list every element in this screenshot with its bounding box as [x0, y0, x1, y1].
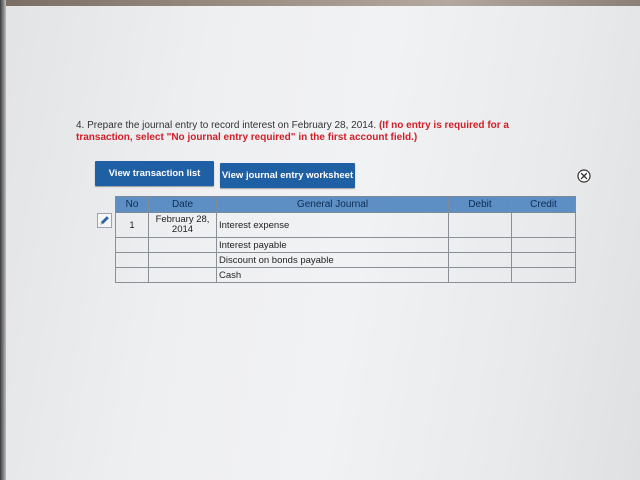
cell-date: [148, 237, 217, 253]
table-row: Cash: [115, 267, 576, 283]
header-general-journal: General Journal: [216, 196, 449, 213]
cell-credit[interactable]: [511, 252, 576, 268]
cell-no: [115, 252, 149, 268]
cell-account[interactable]: Interest payable: [216, 237, 449, 253]
cell-account[interactable]: Interest expense: [216, 212, 449, 238]
cell-date: February 28, 2014: [148, 212, 217, 238]
cell-debit[interactable]: [448, 212, 512, 238]
pencil-icon[interactable]: [97, 213, 112, 228]
header-debit: Debit: [448, 196, 512, 213]
monitor-top-edge: [0, 0, 640, 6]
cell-debit[interactable]: [448, 237, 512, 253]
cell-debit[interactable]: [448, 267, 512, 283]
cell-account[interactable]: Cash: [216, 267, 449, 283]
cell-account[interactable]: Discount on bonds payable: [216, 252, 449, 268]
cell-date: [148, 252, 217, 268]
cell-date: [148, 267, 217, 283]
close-circle-icon[interactable]: [577, 169, 591, 183]
question-text: Prepare the journal entry to record inte…: [87, 120, 377, 131]
cell-credit[interactable]: [511, 212, 576, 238]
table-row: Interest payable: [115, 237, 576, 253]
cell-debit[interactable]: [448, 252, 512, 268]
cell-credit[interactable]: [511, 267, 576, 283]
question-prompt: 4. Prepare the journal entry to record i…: [76, 120, 536, 144]
table-row: Discount on bonds payable: [115, 252, 576, 268]
header-no: No: [115, 196, 149, 213]
question-number: 4.: [76, 120, 85, 131]
view-journal-entry-worksheet-button[interactable]: View journal entry worksheet: [220, 163, 355, 188]
journal-entry-table: No Date General Journal Debit Credit 1 F…: [115, 196, 576, 283]
view-transaction-list-button[interactable]: View transaction list: [95, 161, 214, 186]
cell-credit[interactable]: [511, 237, 576, 253]
cell-no: [115, 267, 149, 283]
table-row: 1 February 28, 2014 Interest expense: [115, 212, 576, 238]
cell-no: 1: [115, 212, 149, 238]
header-credit: Credit: [511, 196, 576, 213]
cell-no: [115, 237, 149, 253]
screen: 4. Prepare the journal entry to record i…: [0, 0, 640, 480]
header-date: Date: [148, 196, 217, 213]
monitor-left-edge: [0, 0, 6, 480]
table-header-row: No Date General Journal Debit Credit: [115, 196, 576, 213]
